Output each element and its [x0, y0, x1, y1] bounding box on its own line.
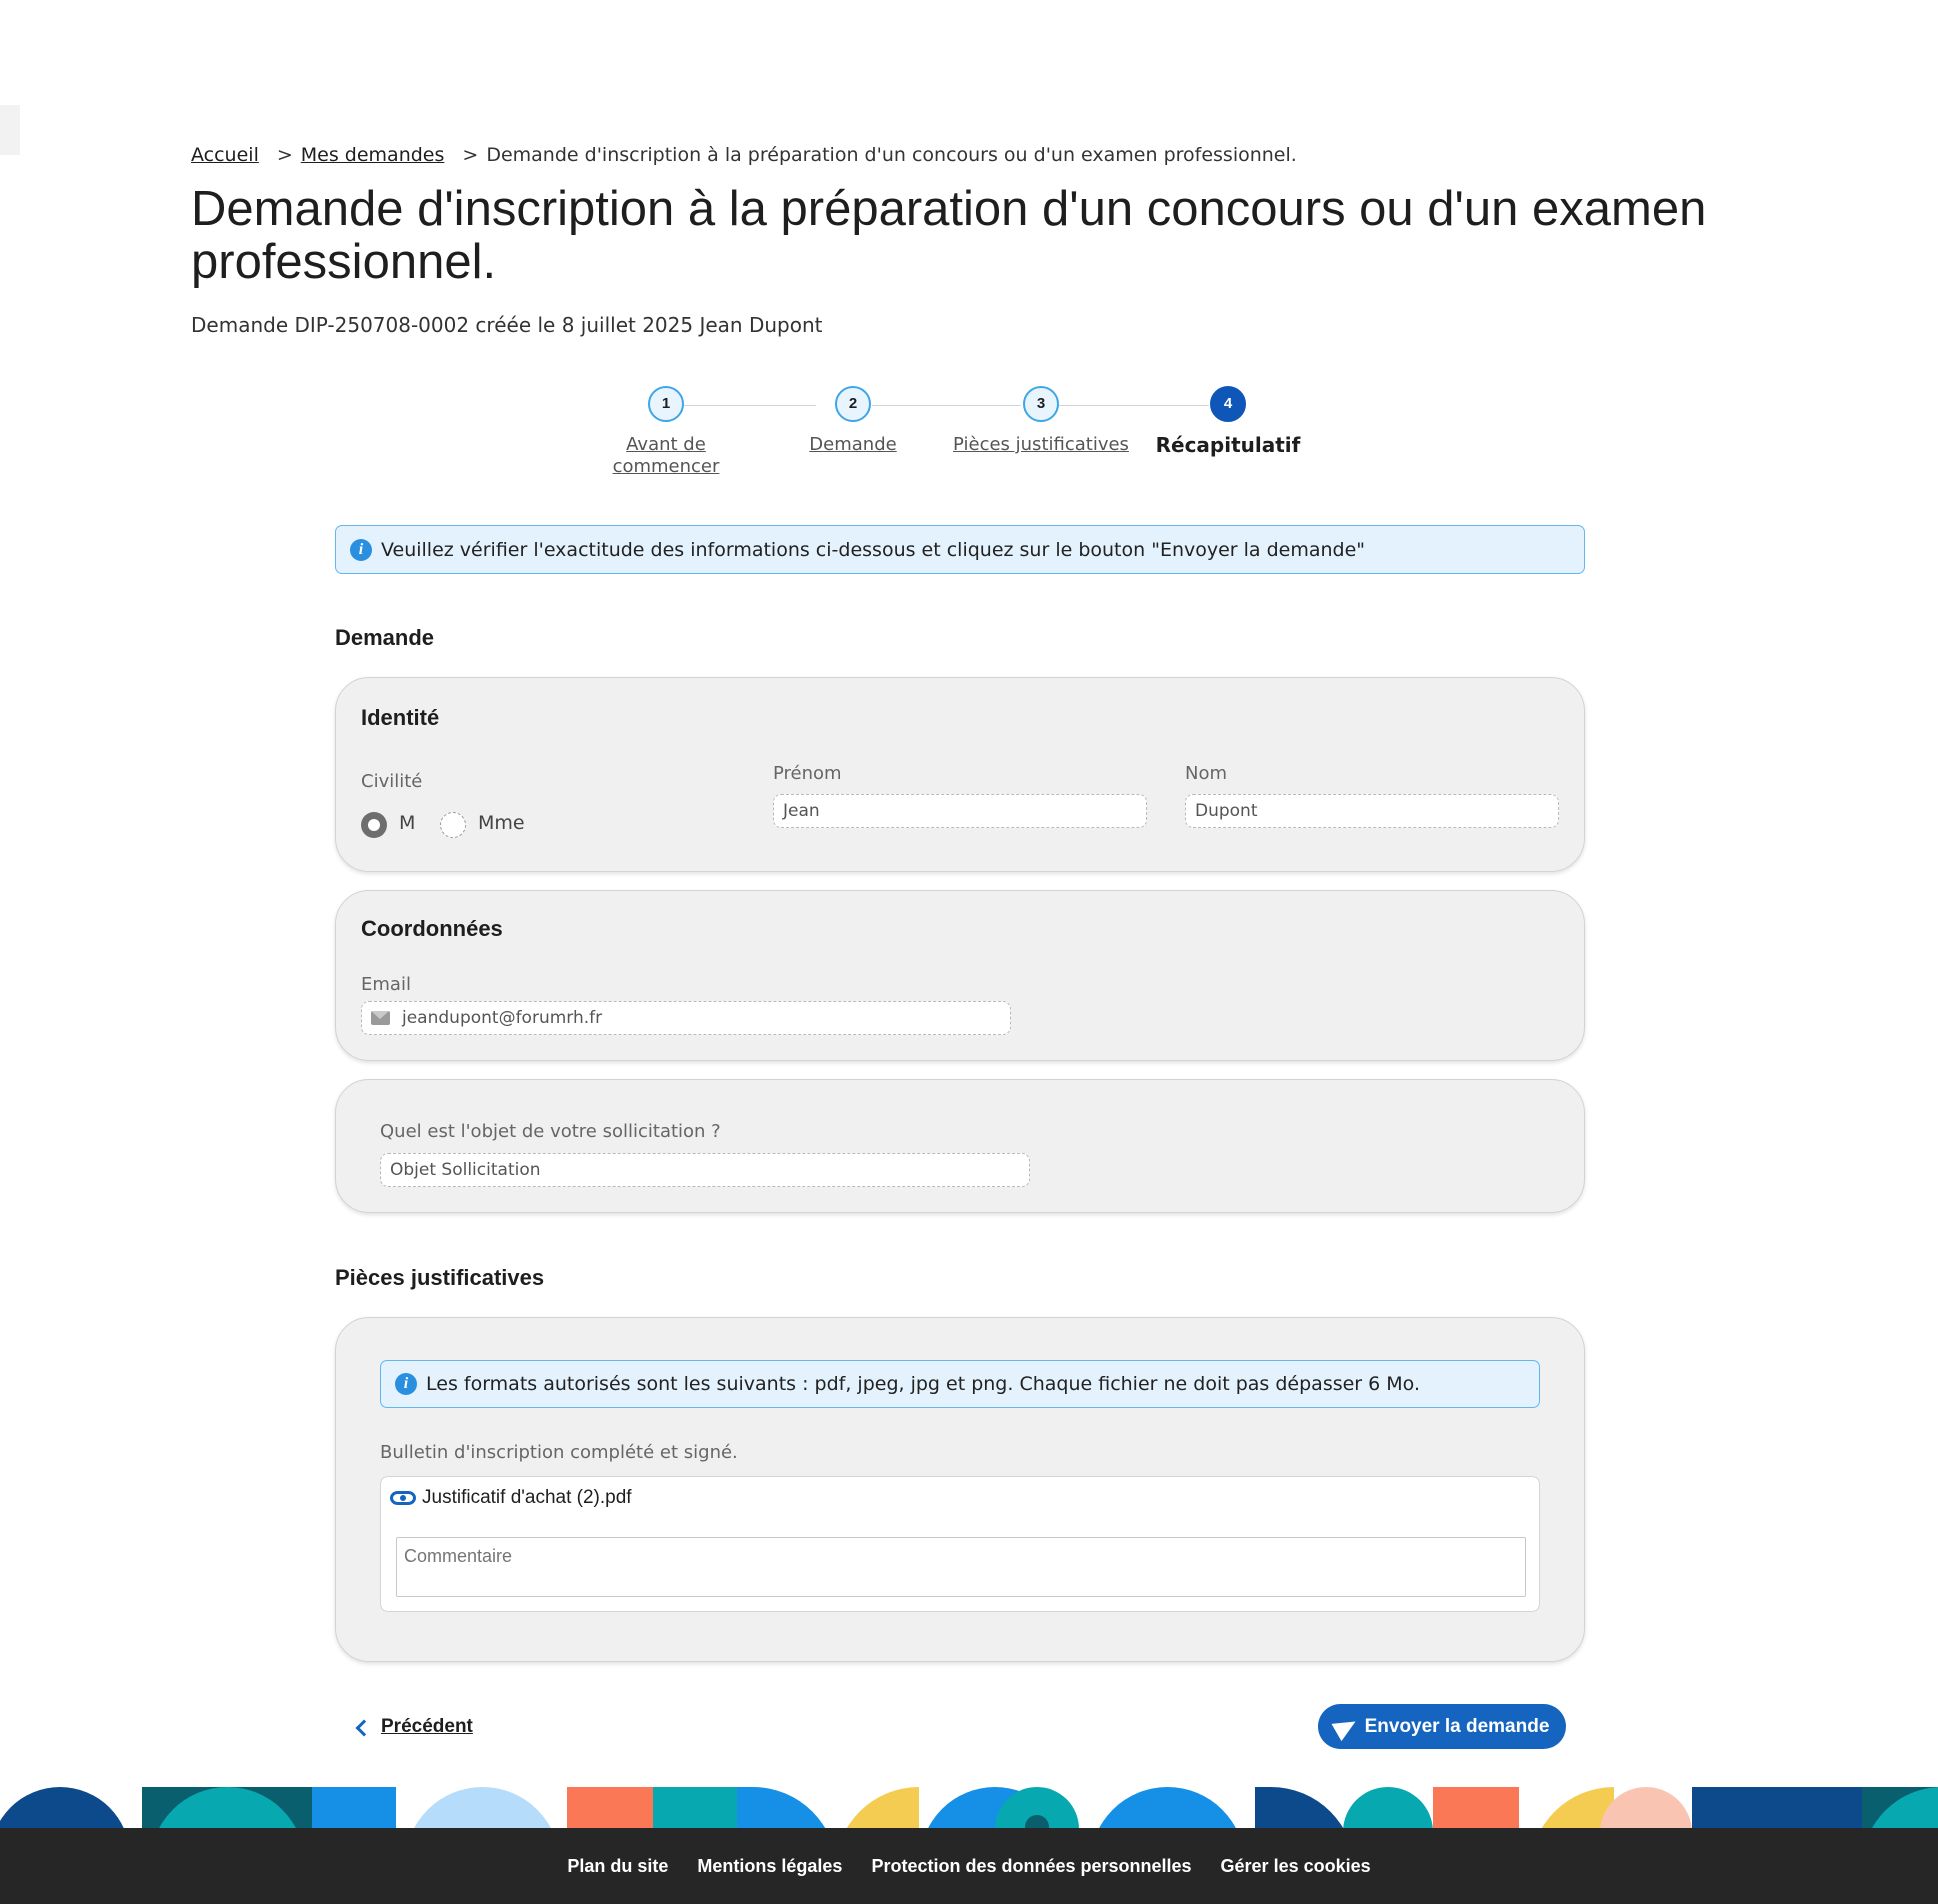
breadcrumb-home-link[interactable]: Accueil: [191, 144, 259, 166]
email-field[interactable]: jeandupont@forumrh.fr: [361, 1001, 1011, 1035]
step-1-label[interactable]: Avant de commencer: [576, 434, 756, 478]
footer-decorative-pattern: [0, 1787, 1938, 1829]
firstname-field[interactable]: Jean: [773, 794, 1147, 828]
civility-label: Civilité: [361, 771, 423, 792]
step-2[interactable]: 2 Demande: [763, 386, 943, 456]
breadcrumb: Accueil > Mes demandes > Demande d'inscripti…: [191, 144, 1297, 166]
step-4-number: 4: [1210, 386, 1246, 422]
previous-link[interactable]: Précédent: [355, 1716, 473, 1738]
formats-info-text: Les formats autorisés sont les suivants …: [426, 1373, 1421, 1395]
contact-title: Coordonnées: [361, 916, 503, 941]
lastname-label: Nom: [1185, 763, 1228, 784]
step-4: 4 Récapitulatif: [1138, 386, 1318, 456]
step-3-label[interactable]: Pièces justificatives: [941, 434, 1141, 456]
breadcrumb-separator: >: [462, 144, 479, 166]
formats-info-banner: i Les formats autorisés sont les suivant…: [380, 1360, 1540, 1408]
footer-link-legal[interactable]: Mentions légales: [697, 1856, 842, 1877]
subject-field[interactable]: Objet Sollicitation: [380, 1153, 1030, 1187]
footer-link-privacy[interactable]: Protection des données personnelles: [871, 1856, 1191, 1877]
send-request-button[interactable]: Envoyer la demande: [1318, 1704, 1566, 1749]
lastname-field[interactable]: Dupont: [1185, 794, 1559, 828]
info-banner-text: Veuillez vérifier l'exactitude des infor…: [381, 538, 1366, 561]
civility-option-m: M: [399, 812, 416, 834]
step-4-label: Récapitulatif: [1155, 433, 1301, 457]
file-name[interactable]: Justificatif d'achat (2).pdf: [422, 1487, 632, 1509]
step-1-number: 1: [648, 386, 684, 422]
site-footer: Plan du site Mentions légales Protection…: [0, 1828, 1938, 1904]
page-title: Demande d'inscription à la préparation d…: [191, 182, 1707, 289]
civility-option-mme: Mme: [478, 812, 525, 834]
email-value: jeandupont@forumrh.fr: [402, 1008, 603, 1028]
step-1[interactable]: 1 Avant de commencer: [576, 386, 756, 478]
subject-question: Quel est l'objet de votre sollicitation …: [380, 1121, 721, 1142]
uploaded-file: Justificatif d'achat (2).pdf: [380, 1476, 1540, 1612]
previous-label: Précédent: [381, 1716, 473, 1737]
page-edge-decoration: [0, 105, 20, 155]
comment-textarea[interactable]: [396, 1537, 1526, 1597]
info-icon: i: [350, 538, 372, 561]
contact-card: Coordonnées Email jeandupont@forumrh.fr: [335, 890, 1585, 1061]
identity-title: Identité: [361, 705, 440, 730]
section-title-pieces: Pièces justificatives: [335, 1265, 545, 1290]
email-label: Email: [361, 974, 411, 995]
subject-card: Quel est l'objet de votre sollicitation …: [335, 1079, 1585, 1213]
identity-card: Identité Civilité M Mme Prénom Jean Nom …: [335, 677, 1585, 872]
send-request-label: Envoyer la demande: [1364, 1715, 1550, 1737]
step-2-number: 2: [835, 386, 871, 422]
progress-stepper: 1 Avant de commencer 2 Demande 3 Pièces …: [0, 386, 1938, 496]
breadcrumb-separator: >: [276, 144, 293, 166]
breadcrumb-requests-link[interactable]: Mes demandes: [301, 144, 445, 166]
verification-info-banner: i Veuillez vérifier l'exactitude des inf…: [335, 525, 1585, 574]
step-3[interactable]: 3 Pièces justificatives: [941, 386, 1141, 456]
civility-radio-mme[interactable]: [440, 812, 466, 838]
documents-card: i Les formats autorisés sont les suivant…: [335, 1317, 1585, 1662]
request-reference: Demande DIP-250708-0002 créée le 8 juill…: [191, 313, 823, 337]
chevron-left-icon: [355, 1719, 373, 1736]
step-2-label[interactable]: Demande: [763, 434, 943, 456]
file-entry[interactable]: Justificatif d'achat (2).pdf: [390, 1487, 632, 1509]
firstname-label: Prénom: [773, 763, 842, 784]
envelope-icon: [371, 1011, 390, 1025]
paper-plane-icon: [1331, 1712, 1361, 1741]
footer-link-sitemap[interactable]: Plan du site: [567, 1856, 668, 1877]
civility-radio-m[interactable]: [361, 812, 387, 838]
breadcrumb-current: Demande d'inscription à la préparation d…: [486, 144, 1297, 166]
info-icon: i: [395, 1373, 417, 1395]
eye-icon[interactable]: [390, 1491, 416, 1505]
step-3-number: 3: [1023, 386, 1059, 422]
footer-link-cookies[interactable]: Gérer les cookies: [1221, 1856, 1371, 1877]
document-label: Bulletin d'inscription complété et signé…: [380, 1442, 738, 1463]
section-title-demande: Demande: [335, 625, 435, 650]
